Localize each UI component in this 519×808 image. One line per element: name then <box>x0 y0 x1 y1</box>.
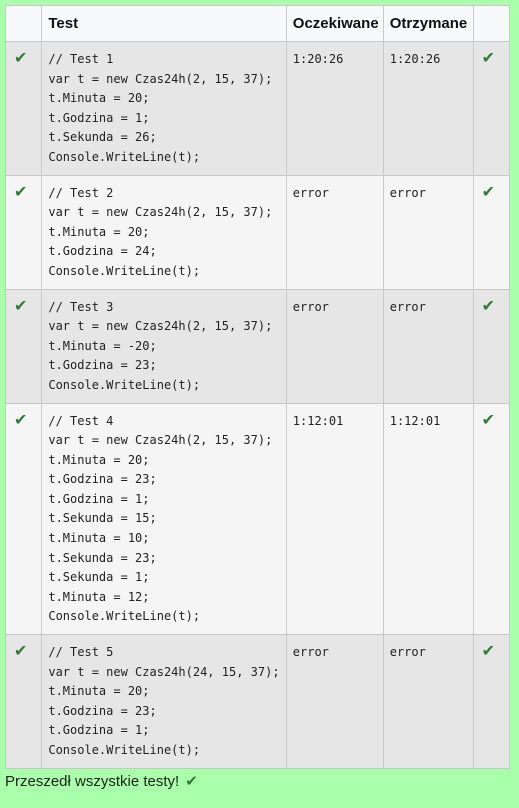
status-cell: ✔ <box>4 634 43 769</box>
header-status-right <box>472 5 511 42</box>
status-cell: ✔ <box>4 174 43 290</box>
check-icon: ✔ <box>14 411 28 429</box>
check-icon: ✔ <box>481 297 496 315</box>
test-code: // Test 1 var t = new Czas24h(2, 15, 37)… <box>48 52 273 164</box>
check-icon: ✔ <box>481 643 496 661</box>
expected-value: error <box>292 185 329 200</box>
got-value: error <box>389 185 426 200</box>
table-row: ✔ // Test 1 var t = new Czas24h(2, 15, 3… <box>4 41 511 176</box>
expected-cell: error <box>285 174 384 290</box>
expected-cell: error <box>285 634 384 769</box>
expected-cell: 1:20:26 <box>285 41 384 176</box>
header-got: Otrzymane <box>382 5 474 42</box>
header-status <box>4 5 43 42</box>
status-cell-right: ✔ <box>472 402 511 636</box>
table-header-row: Test Oczekiwane Otrzymane <box>4 5 511 42</box>
status-cell-right: ✔ <box>472 288 511 404</box>
expected-value: error <box>292 299 329 314</box>
check-icon: ✔ <box>14 50 28 67</box>
got-value: error <box>389 299 426 314</box>
expected-value: 1:12:01 <box>292 413 344 428</box>
test-code: // Test 2 var t = new Czas24h(2, 15, 37)… <box>48 185 273 278</box>
summary-message: Przeszedł wszystkie testy! ✔ <box>5 772 198 791</box>
check-icon: ✔ <box>481 183 496 201</box>
got-cell: 1:12:01 <box>382 402 474 636</box>
table-row: ✔ // Test 2 var t = new Czas24h(2, 15, 3… <box>4 174 511 290</box>
got-cell: error <box>382 174 474 290</box>
expected-value: error <box>292 645 329 660</box>
summary-text: Przeszedł wszystkie testy! <box>5 772 180 790</box>
table-row: ✔ // Test 4 var t = new Czas24h(2, 15, 3… <box>4 402 511 636</box>
test-code-cell: // Test 5 var t = new Czas24h(24, 15, 37… <box>41 634 287 769</box>
check-icon: ✔ <box>481 50 496 67</box>
test-code-cell: // Test 4 var t = new Czas24h(2, 15, 37)… <box>41 402 287 636</box>
got-cell: error <box>382 288 474 404</box>
got-value: error <box>389 645 426 660</box>
status-cell: ✔ <box>4 288 43 404</box>
status-cell-right: ✔ <box>472 41 511 176</box>
test-results-table: Test Oczekiwane Otrzymane ✔ // Test 1 va… <box>4 5 511 769</box>
check-icon: ✔ <box>481 411 496 429</box>
check-icon: ✔ <box>14 297 28 315</box>
test-code: // Test 5 var t = new Czas24h(24, 15, 37… <box>48 645 280 757</box>
expected-cell: 1:12:01 <box>285 402 384 636</box>
expected-value: 1:20:26 <box>292 52 344 66</box>
status-cell-right: ✔ <box>472 174 511 290</box>
expected-cell: error <box>285 288 384 404</box>
got-cell: error <box>382 634 474 769</box>
test-code: // Test 3 var t = new Czas24h(2, 15, 37)… <box>48 299 273 392</box>
check-icon: ✔ <box>185 773 198 790</box>
status-cell: ✔ <box>4 402 43 636</box>
table-row: ✔ // Test 3 var t = new Czas24h(2, 15, 3… <box>4 288 511 404</box>
got-cell: 1:20:26 <box>382 41 474 176</box>
check-icon: ✔ <box>14 643 28 661</box>
test-code: // Test 4 var t = new Czas24h(2, 15, 37)… <box>48 413 273 624</box>
status-cell: ✔ <box>4 41 43 176</box>
test-code-cell: // Test 2 var t = new Czas24h(2, 15, 37)… <box>41 174 287 290</box>
test-code-cell: // Test 3 var t = new Czas24h(2, 15, 37)… <box>41 288 287 404</box>
got-value: 1:20:26 <box>389 52 441 66</box>
status-cell-right: ✔ <box>472 634 511 769</box>
header-test: Test <box>41 5 287 42</box>
header-expected: Oczekiwane <box>285 5 384 42</box>
got-value: 1:12:01 <box>389 413 441 428</box>
table-row: ✔ // Test 5 var t = new Czas24h(24, 15, … <box>4 634 511 769</box>
test-code-cell: // Test 1 var t = new Czas24h(2, 15, 37)… <box>41 41 287 176</box>
check-icon: ✔ <box>14 183 28 201</box>
